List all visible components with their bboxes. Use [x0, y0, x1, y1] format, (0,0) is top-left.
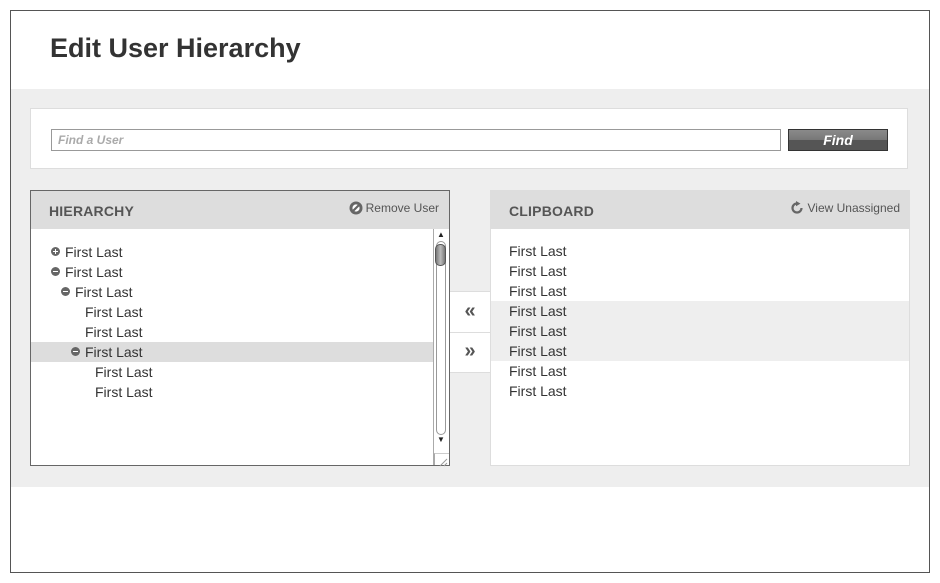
resize-grip-icon[interactable]: [434, 453, 449, 467]
tree-row-label: First Last: [85, 304, 143, 320]
content-area: Find HIERARCHY Remove User First La: [11, 89, 929, 487]
move-to-hierarchy-button[interactable]: «: [450, 292, 490, 333]
tree-row-label: First Last: [95, 384, 153, 400]
tree-row-selected[interactable]: First Last: [31, 342, 433, 362]
tree-row-label: First Last: [95, 364, 153, 380]
clipboard-panel: CLIPBOARD View Unassigned First Last Fir…: [490, 190, 910, 466]
list-item[interactable]: First Last: [491, 241, 909, 261]
no-entry-icon: [349, 201, 363, 215]
list-item-highlighted[interactable]: First Last: [491, 341, 909, 361]
tree-row[interactable]: First Last: [31, 302, 433, 322]
tree-row-label: First Last: [65, 244, 123, 260]
move-buttons: « »: [450, 291, 490, 373]
tree-row[interactable]: First Last: [31, 262, 433, 282]
tree-row[interactable]: First Last: [31, 282, 433, 302]
collapse-icon[interactable]: [51, 267, 60, 276]
scroll-up-arrow-icon[interactable]: ▲: [434, 230, 448, 240]
scroll-thumb[interactable]: [435, 244, 446, 266]
app-frame: Edit User Hierarchy Find HIERARCHY Remov…: [10, 10, 930, 573]
hierarchy-tree: First Last First Last First Last First L…: [31, 229, 433, 465]
list-item[interactable]: First Last: [491, 281, 909, 301]
tree-row[interactable]: First Last: [31, 242, 433, 262]
view-unassigned-label: View Unassigned: [807, 201, 900, 215]
tree-scrollbar[interactable]: ▲ ▼: [433, 229, 448, 465]
tree-row-label: First Last: [85, 324, 143, 340]
search-panel: Find: [30, 108, 908, 169]
scroll-track[interactable]: [436, 241, 446, 435]
remove-user-button[interactable]: Remove User: [349, 201, 439, 215]
list-item-highlighted[interactable]: First Last: [491, 321, 909, 341]
list-item[interactable]: First Last: [491, 381, 909, 401]
hierarchy-title: HIERARCHY: [49, 203, 135, 219]
list-item-highlighted[interactable]: First Last: [491, 301, 909, 321]
hierarchy-header: HIERARCHY Remove User: [31, 191, 449, 229]
search-input[interactable]: [51, 129, 781, 151]
expand-icon[interactable]: [51, 247, 60, 256]
remove-user-label: Remove User: [365, 201, 439, 215]
collapse-icon[interactable]: [61, 287, 70, 296]
tree-row[interactable]: First Last: [31, 362, 433, 382]
list-item[interactable]: First Last: [491, 361, 909, 381]
view-unassigned-button[interactable]: View Unassigned: [790, 201, 900, 215]
move-to-clipboard-button[interactable]: »: [450, 332, 490, 372]
page-title: Edit User Hierarchy: [50, 33, 301, 63]
tree-row-label: First Last: [85, 344, 143, 360]
refresh-icon: [791, 201, 804, 214]
clipboard-header: CLIPBOARD View Unassigned: [491, 191, 909, 229]
scroll-down-arrow-icon[interactable]: ▼: [434, 435, 448, 445]
find-button[interactable]: Find: [788, 129, 888, 151]
tree-row[interactable]: First Last: [31, 322, 433, 342]
tree-row-label: First Last: [75, 284, 133, 300]
tree-row[interactable]: First Last: [31, 382, 433, 402]
hierarchy-panel: HIERARCHY Remove User First Last First L…: [30, 190, 450, 467]
tree-row-label: First Last: [65, 264, 123, 280]
list-item[interactable]: First Last: [491, 261, 909, 281]
clipboard-title: CLIPBOARD: [509, 203, 595, 219]
collapse-icon[interactable]: [71, 347, 80, 356]
